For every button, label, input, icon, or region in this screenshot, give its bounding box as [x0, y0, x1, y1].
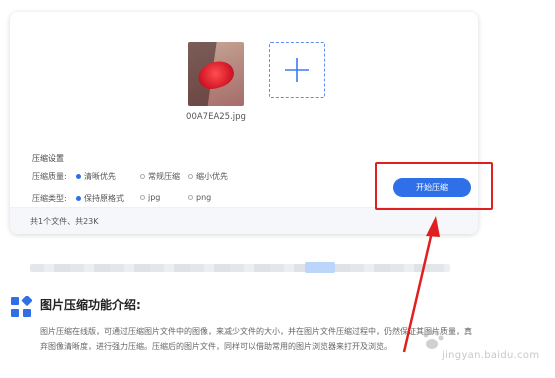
quality-option-label: 缩小优先	[196, 172, 228, 181]
watermark-text: jingyan.baidu.com	[442, 350, 540, 361]
quality-option-label: 清晰优先	[84, 172, 116, 181]
paw-logo-icon	[423, 329, 444, 349]
watermark: jingyan.baidu.com	[420, 328, 552, 368]
file-summary: 共1个文件、共23K	[30, 217, 99, 226]
blurred-strip	[30, 264, 450, 272]
file-name: 00A7EA25.jpg	[186, 112, 246, 122]
settings-title: 压缩设置	[32, 154, 64, 163]
radio-selected	[76, 174, 81, 179]
type-option-label: png	[196, 193, 212, 202]
quality-option-clear[interactable]: 清晰优先	[76, 171, 116, 182]
quality-option-normal[interactable]: 常规压缩	[140, 171, 180, 182]
type-option-jpg[interactable]: jpg	[140, 193, 160, 202]
image-thumbnail[interactable]	[188, 42, 244, 106]
type-label: 压缩类型:	[32, 194, 67, 203]
start-compress-button[interactable]: 开始压缩	[393, 178, 471, 197]
type-option-label: 保持原格式	[84, 194, 124, 203]
radio-unselected	[188, 174, 193, 179]
quality-option-label: 常规压缩	[148, 172, 180, 181]
radio-unselected	[140, 174, 145, 179]
quality-label: 压缩质量:	[32, 172, 67, 181]
intro-line-2: 弃图像清晰度，进行强力压缩。压缩后的图片文件，同样可以借助常用的图片浏览器来打开…	[40, 342, 392, 351]
add-image-button[interactable]	[269, 42, 325, 98]
quality-option-small[interactable]: 缩小优先	[188, 171, 228, 182]
panel-footer: 共1个文件、共23K	[10, 207, 478, 234]
type-option-keep[interactable]: 保持原格式	[76, 193, 124, 204]
plus-icon	[285, 58, 309, 82]
intro-line-1: 图片压缩在线版，可通过压缩图片文件中的图像，来减少文件的大小，并在图片文件压缩过…	[40, 327, 472, 336]
feature-grid-icon	[11, 296, 32, 317]
radio-unselected	[140, 195, 145, 200]
radio-unselected	[188, 195, 193, 200]
type-option-label: jpg	[148, 193, 161, 202]
type-option-png[interactable]: png	[188, 193, 211, 202]
radio-selected	[76, 196, 81, 201]
blurred-strip-highlight	[305, 262, 335, 273]
intro-description: 图片压缩在线版，可通过压缩图片文件中的图像，来减少文件的大小，并在图片文件压缩过…	[40, 324, 480, 354]
intro-title: 图片压缩功能介绍:	[40, 298, 141, 312]
